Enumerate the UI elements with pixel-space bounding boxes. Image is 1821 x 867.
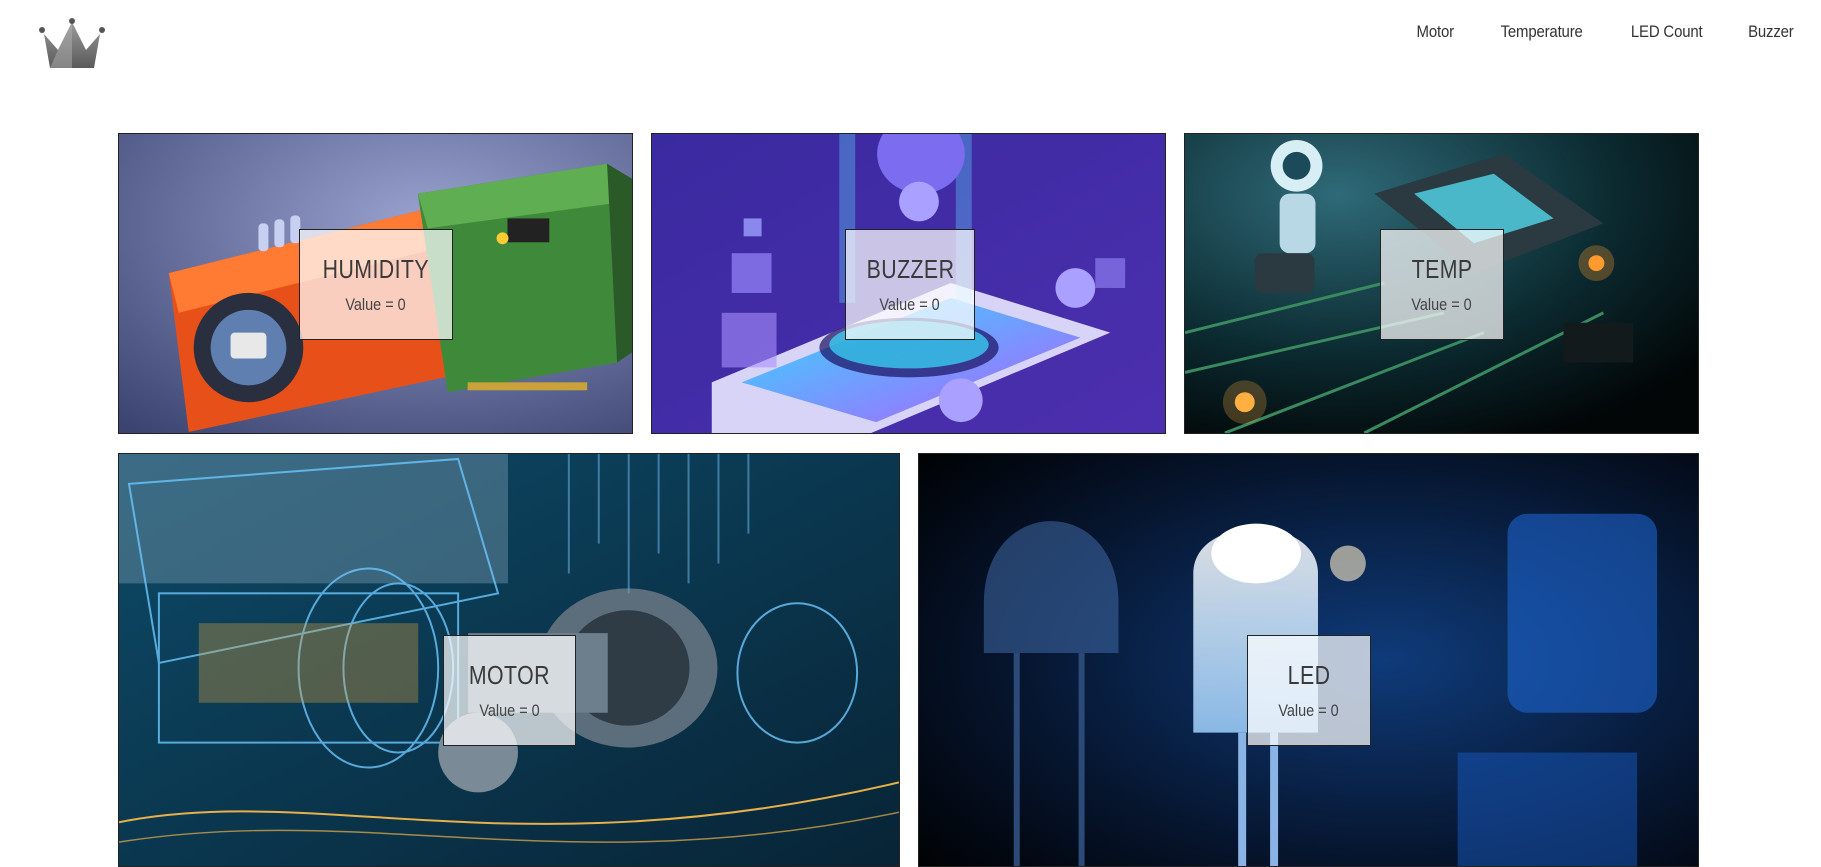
nav-led-count[interactable]: LED Count (1631, 22, 1703, 42)
nav-buzzer[interactable]: Buzzer (1748, 22, 1794, 42)
card-title: HUMIDITY (322, 254, 430, 284)
card-value: Value = 0 (345, 295, 407, 314)
nav-motor[interactable]: Motor (1417, 22, 1455, 42)
card-value: Value = 0 (1278, 701, 1340, 720)
card-value: Value = 0 (879, 295, 941, 314)
humidity-label-box: HUMIDITY Value = 0 (299, 229, 453, 340)
card-title: MOTOR (468, 660, 550, 690)
card-value: Value = 0 (1411, 295, 1473, 314)
temp-card[interactable]: TEMP Value = 0 (1184, 133, 1699, 434)
buzzer-label-box: BUZZER Value = 0 (845, 229, 975, 340)
humidity-card[interactable]: HUMIDITY Value = 0 (118, 133, 633, 434)
card-title: LED (1287, 660, 1331, 690)
top-nav: Motor Temperature LED Count Buzzer (1414, 22, 1797, 42)
led-label-box: LED Value = 0 (1247, 635, 1371, 746)
motor-label-box: MOTOR Value = 0 (443, 635, 576, 746)
motor-card[interactable]: MOTOR Value = 0 (118, 453, 900, 867)
card-title: TEMP (1411, 254, 1473, 284)
nav-temperature[interactable]: Temperature (1500, 22, 1582, 42)
led-card[interactable]: LED Value = 0 (918, 453, 1699, 867)
card-title: BUZZER (866, 254, 954, 284)
buzzer-card[interactable]: BUZZER Value = 0 (651, 133, 1166, 434)
card-value: Value = 0 (479, 701, 540, 720)
crown-icon[interactable] (38, 18, 106, 70)
temp-label-box: TEMP Value = 0 (1380, 229, 1504, 340)
